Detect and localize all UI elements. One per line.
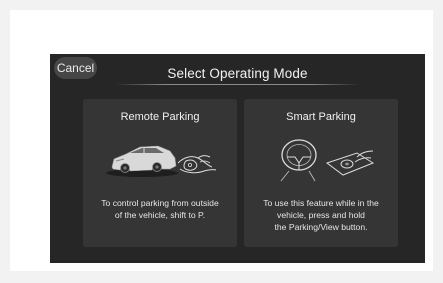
remote-parking-description: To control parking from outside of the v… xyxy=(101,198,219,220)
steering-wheel-and-button-icon xyxy=(261,133,381,185)
car-and-key-fob-icon xyxy=(100,133,220,185)
smart-parking-description: To use this feature while in the vehicle… xyxy=(263,198,379,232)
title-divider xyxy=(115,84,360,85)
infotainment-screen: Cancel Select Operating Mode Remote Park… xyxy=(50,54,425,263)
smart-parking-title: Smart Parking xyxy=(286,111,356,123)
smart-parking-option[interactable]: Smart Parking To use this feature while … xyxy=(244,99,398,247)
page-title: Select Operating Mode xyxy=(167,66,308,81)
page-frame: Cancel Select Operating Mode Remote Park… xyxy=(10,10,433,271)
remote-parking-title: Remote Parking xyxy=(120,111,200,123)
remote-parking-option[interactable]: Remote Parking To control parking from o… xyxy=(83,99,237,247)
